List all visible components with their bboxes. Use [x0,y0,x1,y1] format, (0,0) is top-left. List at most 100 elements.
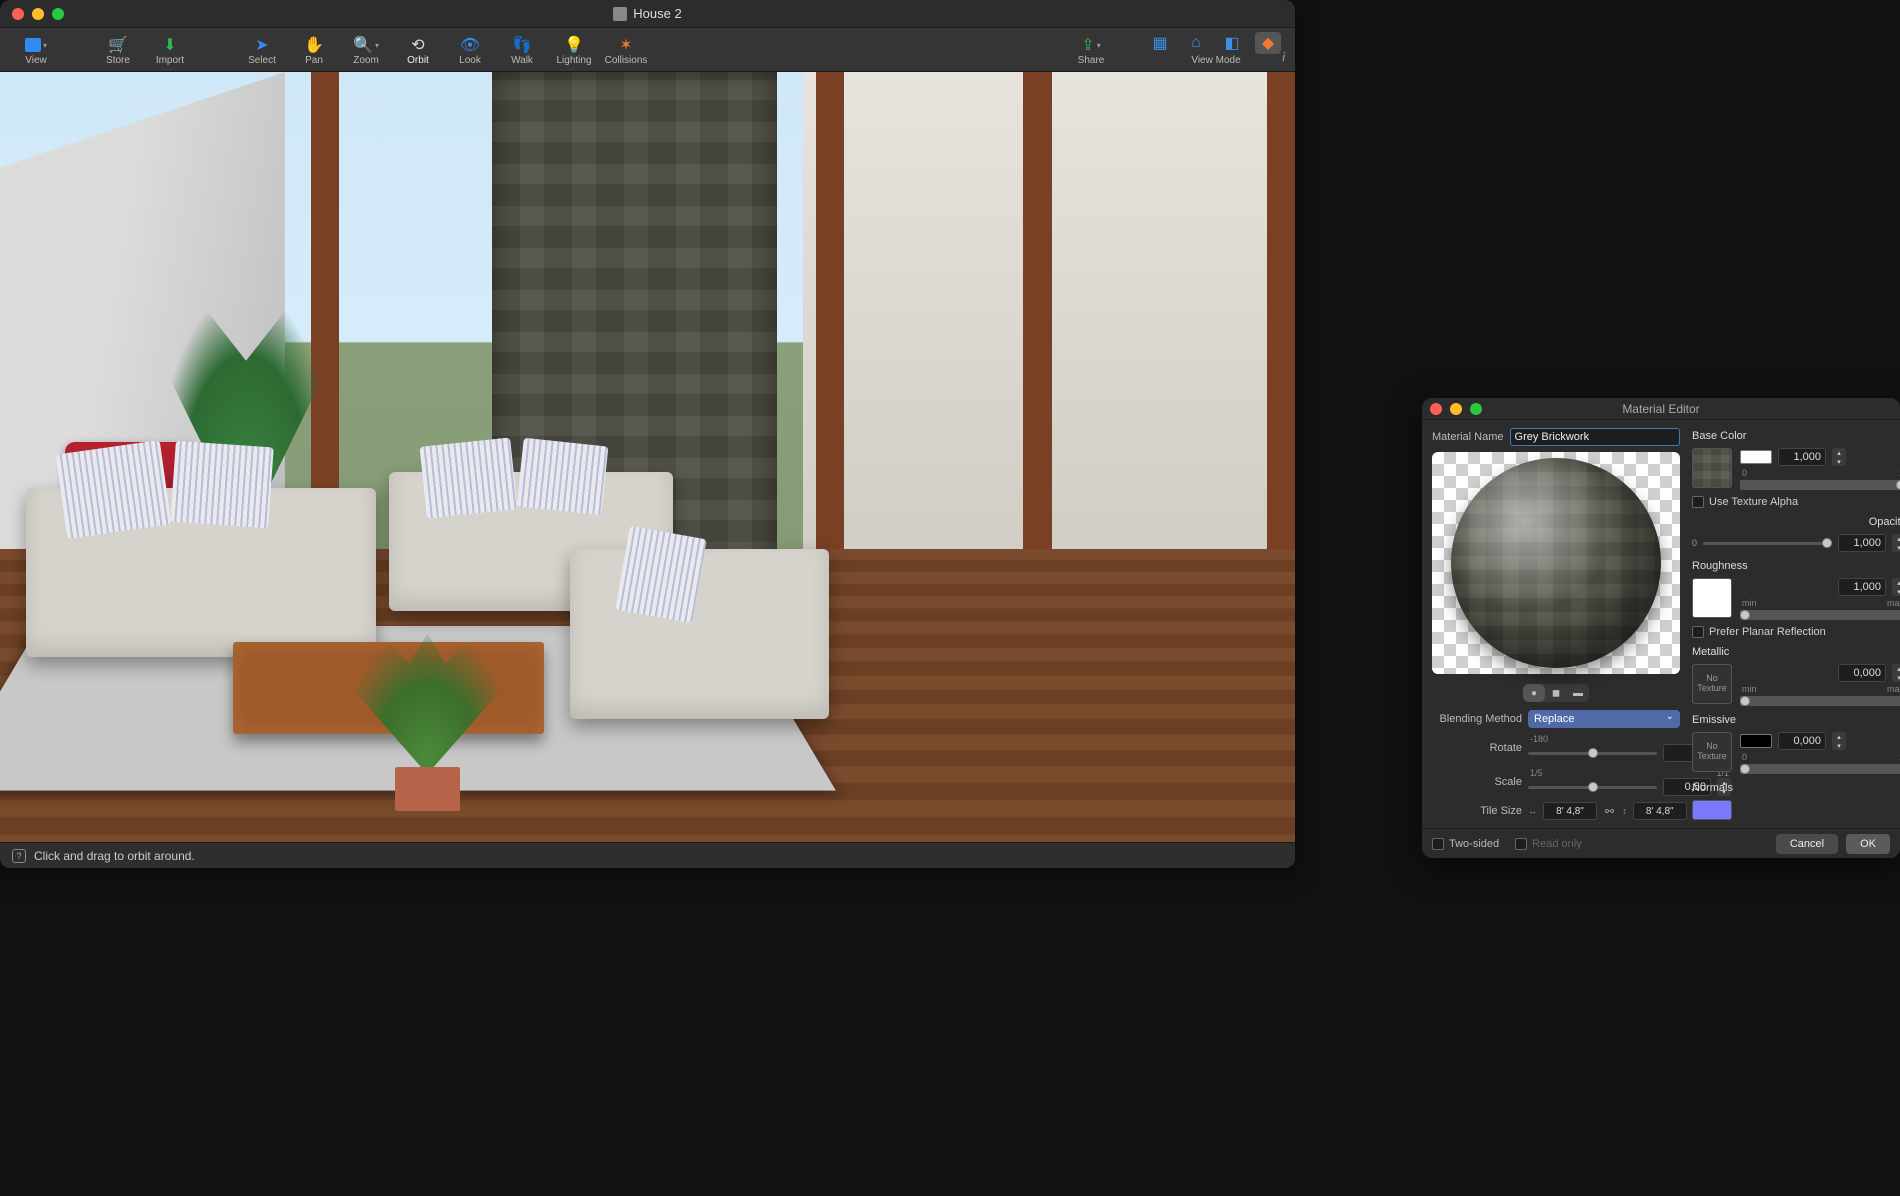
toolbar-collisions-button[interactable]: ✶ Collisions [600,30,652,72]
base-color-slider[interactable] [1740,480,1900,490]
tile-height-input[interactable] [1633,802,1687,820]
viewmode-split-button[interactable]: ◧ [1219,32,1245,54]
toolbar-group-left: ▾ View 🛒 Store ⬇ Import ➤ Select ✋ Pan [10,28,652,71]
two-sided-checkbox[interactable]: Two-sided [1432,838,1499,850]
toolbar-lighting-button[interactable]: 💡 Lighting [548,30,600,72]
scene-plant [337,626,518,811]
main-toolbar: ▾ View 🛒 Store ⬇ Import ➤ Select ✋ Pan [0,28,1295,72]
normals-texture-swatch[interactable] [1692,800,1732,820]
close-window-button[interactable] [12,8,24,20]
preview-sphere-button[interactable]: ● [1523,684,1545,702]
emissive-stepper[interactable]: ▴▾ [1832,732,1846,750]
hand-icon: ✋ [304,35,324,55]
metallic-texture-swatch[interactable]: No Texture [1692,664,1732,704]
viewmode-elevation-button[interactable]: ⌂ [1183,32,1209,54]
base-color-texture-swatch[interactable] [1692,448,1732,488]
scale-slider[interactable] [1528,786,1657,789]
use-texture-alpha-checkbox[interactable]: Use Texture Alpha [1692,496,1900,508]
3d-viewport[interactable] [0,72,1295,842]
width-icon: ↔ [1528,806,1537,816]
panel-zoom-button[interactable] [1470,403,1482,415]
toolbar-pan-button[interactable]: ✋ Pan [288,30,340,72]
blending-label: Blending Method [1432,713,1522,725]
toolbar-store-button[interactable]: 🛒 Store [92,30,144,72]
scene-frame [1267,72,1295,580]
document-title: House 2 [613,6,681,21]
collision-icon: ✶ [619,35,632,55]
scene-armchair [570,549,829,718]
ok-button[interactable]: OK [1846,834,1890,854]
footsteps-icon: 👣 [512,35,532,55]
emissive-value[interactable] [1778,732,1826,750]
elevation-icon: ⌂ [1191,34,1201,52]
bulb-icon: 💡 [564,35,584,55]
prefer-planar-reflection-checkbox[interactable]: Prefer Planar Reflection [1692,626,1900,638]
panel-close-button[interactable] [1430,403,1442,415]
preview-shape-segmented: ● ◼ ▬ [1523,684,1589,702]
preview-cube-button[interactable]: ◼ [1545,684,1567,702]
scene-frame [816,72,844,580]
toolbar-select-button[interactable]: ➤ Select [236,30,288,72]
normals-label: Normals [1692,782,1900,794]
cube-icon: ◧ [1224,33,1239,53]
viewmode-2d-button[interactable]: ▦ [1147,32,1173,54]
opacity-stepper[interactable]: ▴▾ [1892,534,1900,552]
roughness-value[interactable] [1838,578,1886,596]
toolbar-group-right: ⇪▾ Share ▦ ⌂ ◧ ◆ View Mode [1065,28,1285,71]
panel-window-controls [1430,403,1482,415]
toolbar-zoom-button[interactable]: 🔍▾ Zoom [340,30,392,72]
material-name-input[interactable] [1510,428,1680,446]
toolbar-walk-button[interactable]: 👣 Walk [496,30,548,72]
toolbar-import-button[interactable]: ⬇ Import [144,30,196,72]
toolbar-share-button[interactable]: ⇪▾ Share [1065,30,1117,72]
info-button[interactable]: i [1282,50,1285,64]
scene-cushion [419,437,517,518]
metallic-value[interactable] [1838,664,1886,682]
roughness-stepper[interactable]: ▴▾ [1892,578,1900,596]
blending-method-select[interactable]: Replace [1528,710,1680,728]
link-icon[interactable]: ⚯ [1603,805,1616,818]
minimize-window-button[interactable] [32,8,44,20]
material-editor-window: Material Editor Material Name ● ◼ ▬ Blen… [1422,398,1900,858]
base-color-label: Base Color [1692,430,1900,442]
zoom-window-button[interactable] [52,8,64,20]
metallic-slider[interactable] [1740,696,1900,706]
toolbar-view-button[interactable]: ▾ View [10,30,62,72]
material-name-label: Material Name [1432,431,1504,443]
panel-minimize-button[interactable] [1450,403,1462,415]
metallic-stepper[interactable]: ▴▾ [1892,664,1900,682]
titlebar: House 2 [0,0,1295,28]
emissive-color-well[interactable] [1740,734,1772,748]
preview-plane-button[interactable]: ▬ [1567,684,1589,702]
base-color-stepper[interactable]: ▴▾ [1832,448,1846,466]
scene-cushion [55,440,171,538]
viewmode-3d-button[interactable]: ◆ [1255,32,1281,54]
cancel-button[interactable]: Cancel [1776,834,1838,854]
material-preview [1432,452,1680,674]
tile-width-input[interactable] [1543,802,1597,820]
base-color-value[interactable] [1778,448,1826,466]
eye-icon: 👁 [460,35,480,55]
cart-icon: 🛒 [108,35,128,55]
material-preview-sphere [1451,458,1661,668]
toolbar-orbit-button[interactable]: ⟲ Orbit [392,30,444,72]
opacity-value[interactable] [1838,534,1886,552]
toolbar-look-button[interactable]: 👁 Look [444,30,496,72]
rotate-slider[interactable] [1528,752,1657,755]
emissive-texture-swatch[interactable]: No Texture [1692,732,1732,772]
roughness-label: Roughness [1692,560,1900,572]
document-icon [613,7,627,21]
zoom-icon: 🔍 [353,35,373,55]
emissive-slider[interactable] [1740,764,1900,774]
base-color-well[interactable] [1740,450,1772,464]
3d-icon: ◆ [1262,33,1274,53]
opacity-slider[interactable] [1703,542,1832,545]
opacity-label: Opacity [1692,516,1900,528]
status-hint: Click and drag to orbit around. [34,849,195,863]
roughness-texture-swatch[interactable] [1692,578,1732,618]
document-title-text: House 2 [633,6,681,21]
orbit-icon: ⟲ [411,35,424,55]
share-icon: ⇪ [1081,35,1094,55]
material-editor-title: Material Editor [1622,402,1699,416]
roughness-slider[interactable] [1740,610,1900,620]
